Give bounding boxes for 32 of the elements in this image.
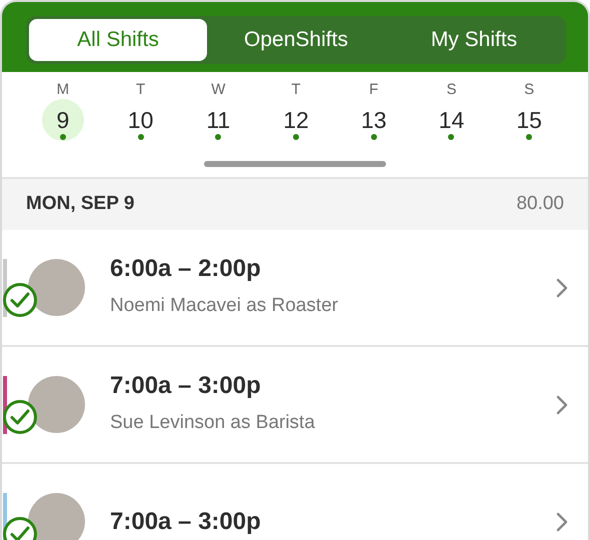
date-button[interactable]: 13 bbox=[352, 99, 395, 141]
weekday-label: S bbox=[524, 80, 534, 100]
shift-assignee: Noemi Macavei as Roaster bbox=[110, 294, 340, 318]
day-hours: 80.00 bbox=[516, 192, 564, 216]
day-date: MON, SEP 9 bbox=[26, 192, 134, 216]
date-button[interactable]: 15 bbox=[508, 99, 550, 141]
date-button[interactable]: 9 bbox=[42, 99, 84, 141]
chevron-right-icon bbox=[556, 512, 568, 532]
shift-time: 6:00a – 2:00p bbox=[110, 254, 262, 284]
weekday-label: M bbox=[56, 80, 70, 100]
avatar bbox=[28, 493, 85, 540]
tab[interactable]: OpenShifts bbox=[207, 19, 385, 61]
chevron-right-icon bbox=[556, 278, 568, 298]
chevron-right-icon bbox=[556, 394, 568, 414]
drag-handle[interactable] bbox=[204, 161, 386, 167]
shift-time: 7:00a – 3:00p bbox=[110, 506, 262, 536]
weekday-label: T bbox=[136, 80, 146, 100]
weekday-label: F bbox=[369, 80, 378, 100]
tab[interactable]: My Shifts bbox=[385, 19, 563, 61]
weekday-label: T bbox=[291, 80, 301, 100]
date-button[interactable]: 14 bbox=[430, 99, 472, 141]
shift-row[interactable]: 7:00a – 3:00p Sue Levinson as Barista bbox=[2, 347, 588, 464]
shift-row[interactable]: 7:00a – 3:00p bbox=[2, 464, 588, 540]
date-button[interactable]: 10 bbox=[120, 99, 162, 141]
shift-time: 7:00a – 3:00p bbox=[110, 371, 262, 402]
shift-assignee: Sue Levinson as Barista bbox=[110, 411, 316, 436]
tab[interactable]: All Shifts bbox=[29, 19, 207, 61]
date-button[interactable]: 11 bbox=[197, 99, 240, 141]
weekday-label: W bbox=[211, 80, 226, 100]
date-button[interactable]: 12 bbox=[275, 99, 318, 141]
weekday-label: S bbox=[446, 80, 456, 100]
shift-row[interactable]: 6:00a – 2:00p Noemi Macavei as Roaster bbox=[2, 230, 588, 347]
